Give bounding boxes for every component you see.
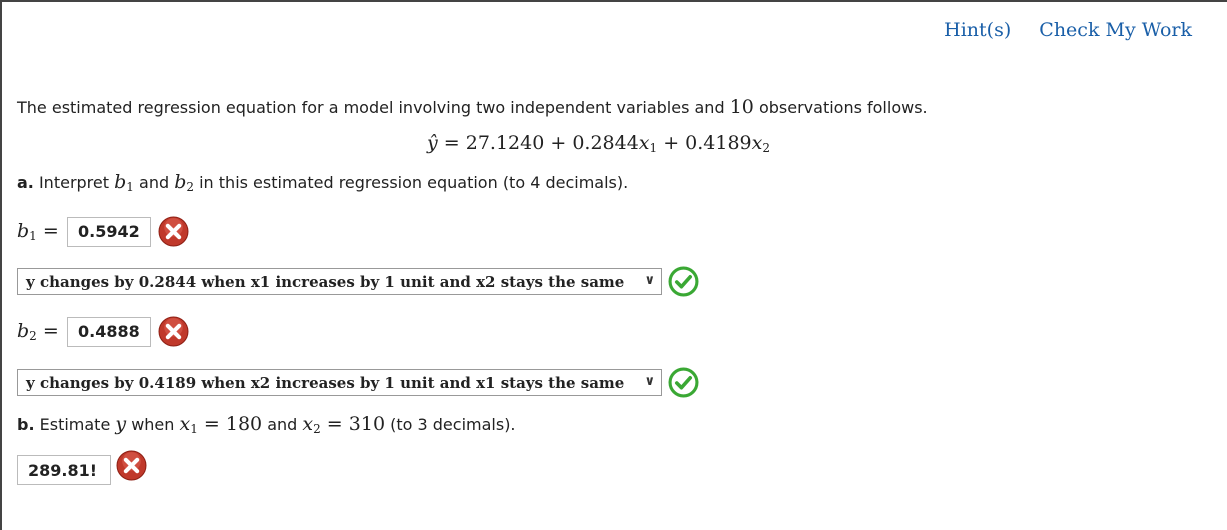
b2-interpretation-select[interactable]: y changes by 0.4189 when x2 increases by…	[17, 369, 662, 396]
b2-input[interactable]: 0.4888	[67, 316, 151, 347]
n-observations: 10	[729, 96, 754, 118]
check-my-work-link[interactable]: Check My Work	[1039, 19, 1192, 41]
estimate-input[interactable]: 289.81!	[17, 455, 111, 485]
part-a-prompt: a. Interpret b1 and b2 in this estimated…	[17, 171, 629, 194]
b1-label: b1 =	[17, 220, 59, 243]
incorrect-icon	[116, 450, 147, 480]
top-links: Hint(s) Check My Work	[922, 19, 1192, 41]
b2-interpretation-row: y changes by 0.4189 when x2 increases by…	[17, 367, 699, 398]
b2-row: b2 = 0.4888	[17, 316, 189, 347]
b1-interpretation-row: y changes by 0.2844 when x1 increases by…	[17, 266, 699, 297]
incorrect-icon	[158, 316, 189, 347]
b1-input[interactable]: 0.5942	[67, 216, 151, 247]
b2-label: b2 =	[17, 320, 59, 343]
part-b-answer-row: 289.81!	[17, 450, 147, 485]
intro-text: The estimated regression equation for a …	[17, 96, 928, 118]
question-frame	[0, 0, 1227, 530]
incorrect-icon	[158, 216, 189, 247]
hints-link[interactable]: Hint(s)	[944, 19, 1011, 41]
chevron-down-icon: ∨	[644, 374, 655, 389]
correct-icon	[668, 367, 699, 398]
regression-equation: ŷ = 27.1240 + 0.2844x1 + 0.4189x2	[427, 132, 770, 155]
part-b-prompt: b. Estimate y when x1 = 180 and x2 = 310…	[17, 413, 516, 436]
correct-icon	[668, 266, 699, 297]
chevron-down-icon: ∨	[644, 273, 655, 288]
b1-interpretation-select[interactable]: y changes by 0.2844 when x1 increases by…	[17, 268, 662, 295]
b1-row: b1 = 0.5942	[17, 216, 189, 247]
